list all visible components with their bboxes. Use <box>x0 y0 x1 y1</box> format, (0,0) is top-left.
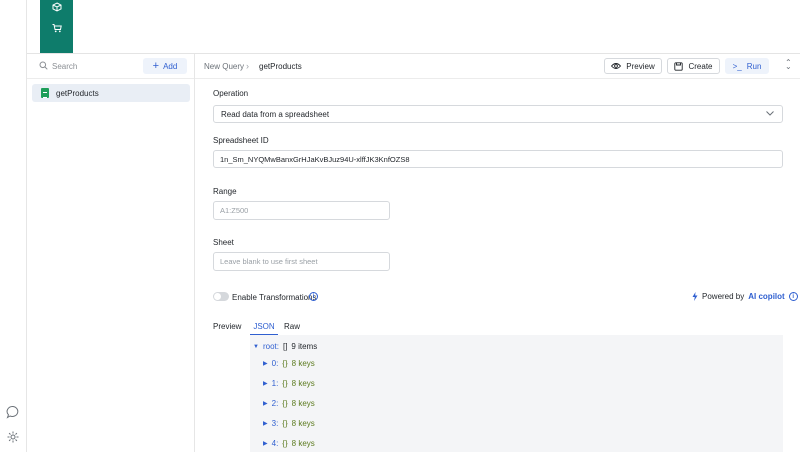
add-query-button[interactable]: + Add <box>143 58 187 74</box>
chevron-down-icon <box>766 111 774 116</box>
preview-button[interactable]: Preview <box>604 58 662 74</box>
copilot-prefix: Powered by <box>702 292 745 301</box>
json-count: 8 keys <box>291 439 315 448</box>
ai-copilot-link[interactable]: Powered by AI copilot i <box>692 292 798 301</box>
expand-toggle-icon[interactable]: ⌃ ⌄ <box>785 59 792 71</box>
breadcrumb-current[interactable]: getProducts <box>259 62 302 71</box>
cube-icon[interactable] <box>52 2 62 12</box>
json-count: 8 keys <box>291 419 315 428</box>
sheet-label: Sheet <box>213 238 234 247</box>
json-count: 8 keys <box>291 379 315 388</box>
spreadsheet-id-field[interactable] <box>213 150 783 168</box>
header-divider <box>27 53 800 54</box>
json-root-row[interactable]: ▼ root: [] 9 items <box>253 342 317 351</box>
terminal-icon: >_ <box>732 61 742 71</box>
json-item-row[interactable]: ▶ 2: {} 8 keys <box>263 399 315 408</box>
json-count: 9 items <box>291 342 318 351</box>
chat-icon[interactable] <box>6 405 20 419</box>
json-type: {} <box>282 419 288 428</box>
tab-raw[interactable]: Raw <box>284 322 300 331</box>
lightning-icon <box>692 292 698 301</box>
tab-json[interactable]: JSON <box>250 322 278 336</box>
query-item-label: getProducts <box>56 88 99 98</box>
run-button-label: Run <box>746 61 762 71</box>
transformations-toggle[interactable] <box>213 292 229 301</box>
create-button-label: Create <box>688 61 713 71</box>
copilot-info-icon[interactable]: i <box>788 292 798 301</box>
plus-icon: + <box>152 59 160 72</box>
copilot-name: AI copilot <box>748 292 785 301</box>
caret-down-icon: ▼ <box>253 343 259 350</box>
breadcrumb-root[interactable]: New Query <box>204 62 244 71</box>
caret-right-icon: ▶ <box>263 381 268 387</box>
json-type: {} <box>282 379 288 388</box>
operation-value: Read data from a spreadsheet <box>221 109 330 119</box>
transformations-label: Enable Transformations <box>232 293 317 302</box>
sheet-field[interactable] <box>213 252 390 271</box>
json-key: 0: <box>271 359 279 368</box>
preview-button-label: Preview <box>626 61 655 71</box>
app-nav-panel <box>40 0 73 53</box>
sidebar-divider <box>194 54 195 452</box>
caret-right-icon: ▶ <box>263 361 268 367</box>
range-label: Range <box>213 187 237 196</box>
json-key: 2: <box>271 399 279 408</box>
json-tree-panel: ▼ root: [] 9 items ▶ 0: {} 8 keys ▶ 1: {… <box>250 335 783 452</box>
json-item-row[interactable]: ▶ 3: {} 8 keys <box>263 419 315 428</box>
info-icon[interactable]: i <box>309 292 318 301</box>
json-key: root: <box>262 342 279 351</box>
json-item-row[interactable]: ▶ 1: {} 8 keys <box>263 379 315 388</box>
json-count: 8 keys <box>291 399 315 408</box>
sheets-icon <box>41 88 49 98</box>
chevron-right-icon: › <box>246 61 249 71</box>
caret-right-icon: ▶ <box>263 401 268 407</box>
json-item-row[interactable]: ▶ 4: {} 8 keys <box>263 439 315 448</box>
json-count: 8 keys <box>291 359 315 368</box>
json-key: 4: <box>271 439 279 448</box>
operation-label: Operation <box>213 89 249 98</box>
add-label: Add <box>163 61 178 71</box>
json-type: {} <box>282 359 288 368</box>
json-key: 1: <box>271 379 279 388</box>
json-type: [] <box>282 342 288 351</box>
spreadsheet-id-label: Spreadsheet ID <box>213 136 269 145</box>
eye-icon <box>611 62 622 70</box>
gear-icon[interactable] <box>7 431 19 443</box>
json-key: 3: <box>271 419 279 428</box>
json-type: {} <box>282 399 288 408</box>
search-icon <box>39 61 48 70</box>
cart-icon[interactable] <box>52 23 62 33</box>
save-icon <box>674 61 684 71</box>
json-item-row[interactable]: ▶ 0: {} 8 keys <box>263 359 315 368</box>
run-button[interactable]: >_ Run <box>725 58 769 74</box>
query-list-item[interactable]: getProducts <box>32 84 190 102</box>
preview-section-label: Preview <box>213 322 242 331</box>
range-field[interactable] <box>213 201 390 220</box>
create-button[interactable]: Create <box>667 58 720 74</box>
operation-select[interactable]: Read data from a spreadsheet <box>213 105 783 123</box>
caret-right-icon: ▶ <box>263 421 268 427</box>
toolbar-divider <box>27 78 800 79</box>
search-input[interactable] <box>52 60 137 72</box>
json-type: {} <box>282 439 288 448</box>
caret-right-icon: ▶ <box>263 441 268 447</box>
left-rail <box>0 0 27 452</box>
